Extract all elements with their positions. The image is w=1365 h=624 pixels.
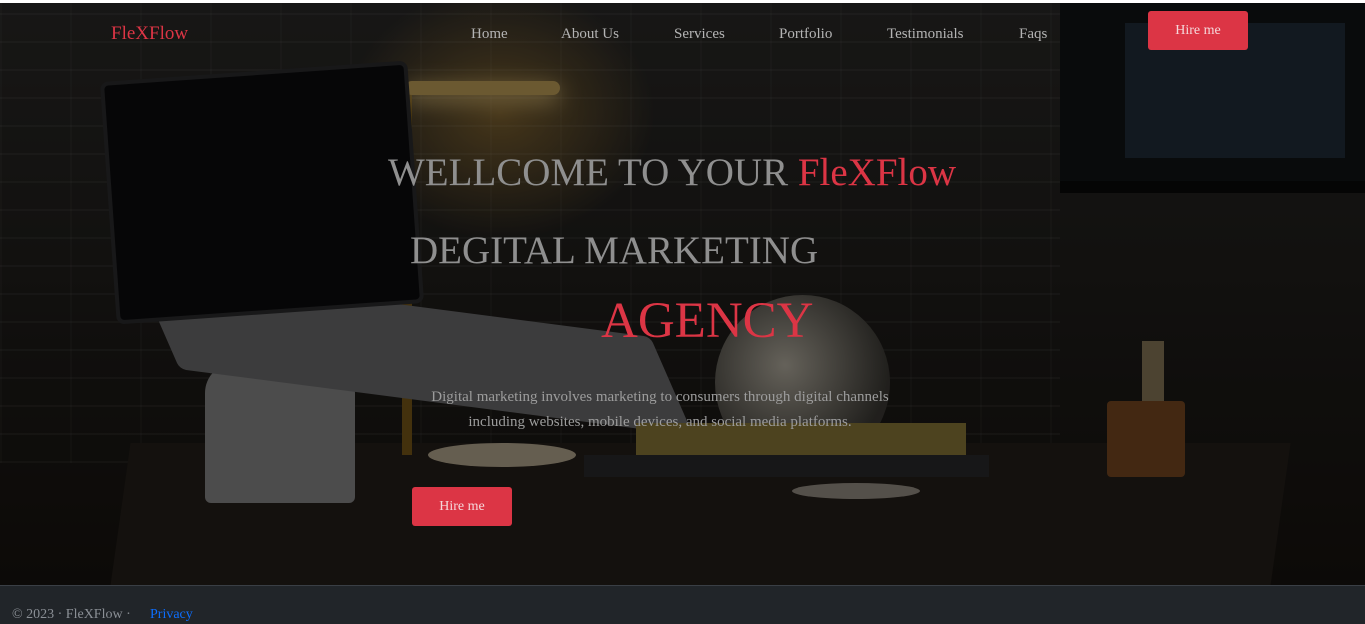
hero-section: FleXFlow Home About Us Services Portfoli…	[0, 3, 1365, 585]
hero-heading-brand: FleXFlow	[797, 151, 957, 194]
nav-services[interactable]: Services	[674, 23, 725, 45]
nav-testimonials[interactable]: Testimonials	[887, 23, 963, 45]
hire-me-nav-button[interactable]: Hire me	[1148, 11, 1248, 50]
hero-description: Digital marketing involves marketing to …	[431, 389, 889, 430]
footer: © 2023 · FleXFlow · Privacy	[0, 585, 1365, 622]
nav-portfolio[interactable]: Portfolio	[779, 23, 832, 45]
hero-heading-line3: AGENCY	[601, 293, 814, 349]
hero-heading-line1: WELLCOME TO YOUR FleXFlow	[388, 149, 956, 197]
nav-faqs[interactable]: Faqs	[1019, 23, 1047, 45]
hero-heading-prefix: WELLCOME TO YOUR	[388, 151, 798, 194]
nav-about-us[interactable]: About Us	[561, 23, 619, 45]
hire-me-hero-button[interactable]: Hire me	[412, 487, 512, 526]
nav-home[interactable]: Home	[471, 23, 508, 45]
footer-privacy-link[interactable]: Privacy	[150, 606, 193, 624]
footer-copyright: © 2023 · FleXFlow ·	[12, 607, 131, 622]
hero-heading-line2: DEGITAL MARKETING	[410, 229, 819, 272]
brand-logo[interactable]: FleXFlow	[111, 22, 188, 46]
